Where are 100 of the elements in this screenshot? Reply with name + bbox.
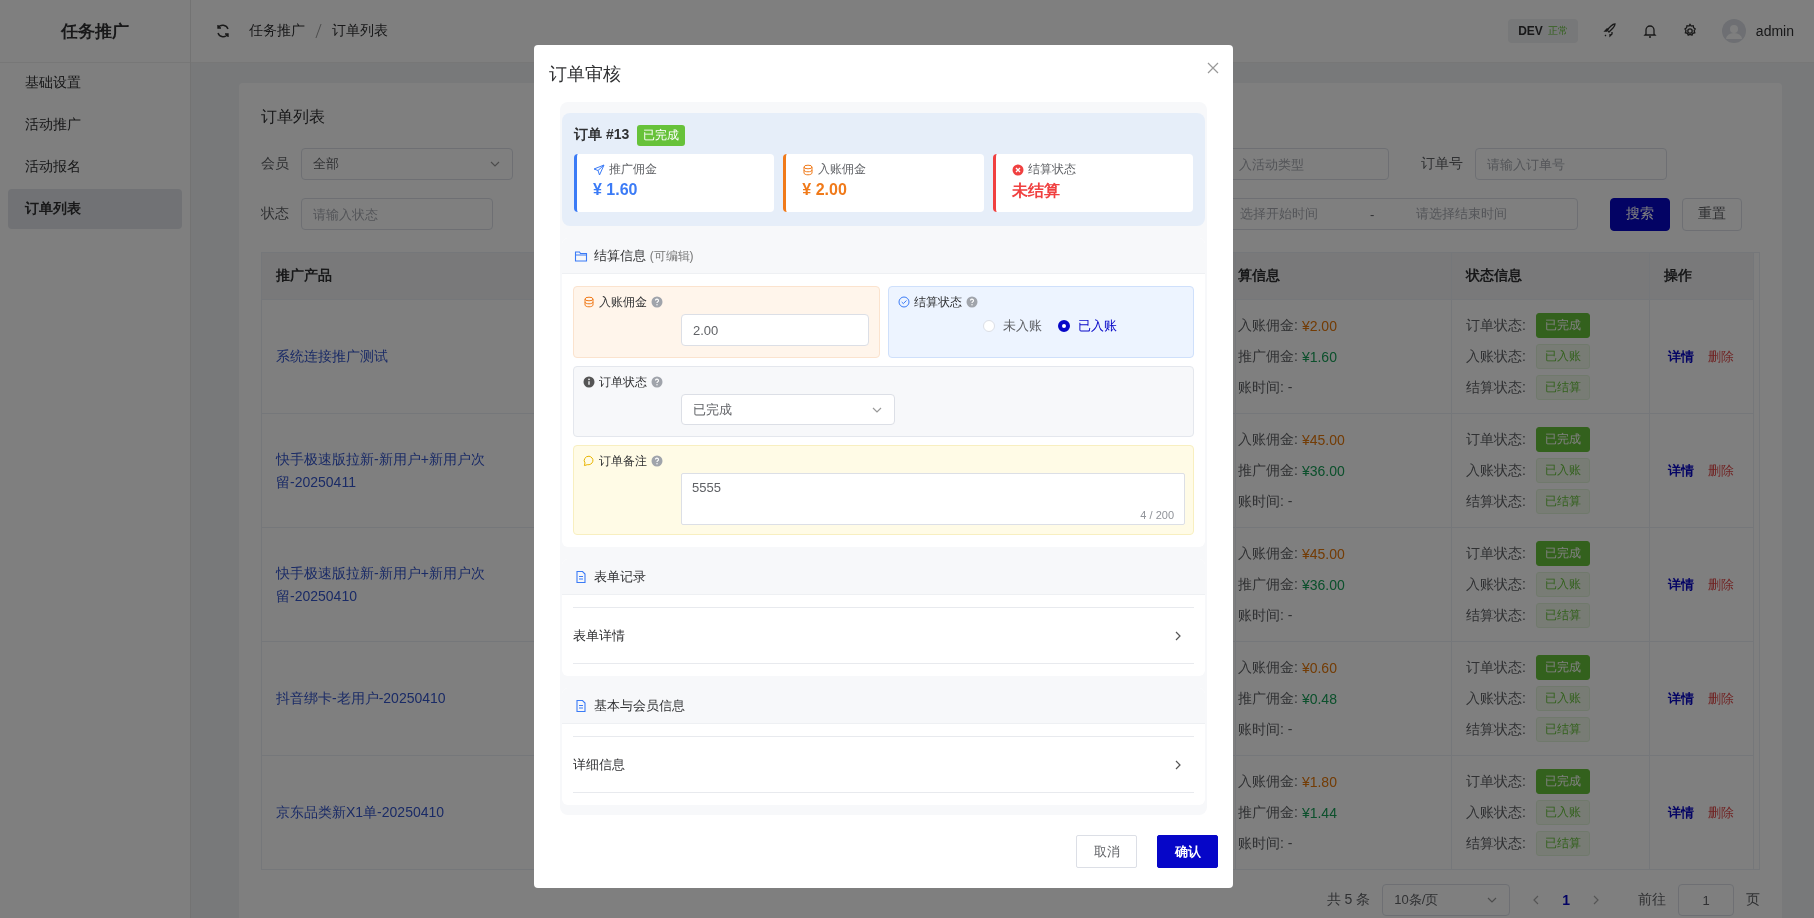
rocket-icon[interactable] [1601,23,1618,39]
product-link[interactable]: 京东品类新X1单-20250410 [276,801,496,824]
expandable-row[interactable]: 表单详情 [573,607,1194,664]
help-icon[interactable] [965,296,978,308]
status-label: 入账状态: [1466,575,1526,594]
status-label: 订单状态: [1466,658,1526,677]
close-icon[interactable] [1207,61,1219,74]
coin-stack-icon [583,296,595,308]
settlement-text: 账时间: - [1238,834,1293,853]
action-link[interactable]: 详情 [1668,347,1694,366]
settlement-label: 推广佣金: [1238,347,1298,366]
settlement-label: 入账佣金: [1238,430,1298,449]
bell-icon[interactable] [1641,23,1658,39]
stat-label: 结算状态 [1027,161,1076,178]
order-status-select[interactable]: 已完成 [681,394,895,425]
settlement-value: ¥45.00 [1301,431,1345,448]
action-link[interactable]: 详情 [1668,461,1694,480]
action-link[interactable]: 删除 [1708,803,1734,822]
folder-icon [574,248,588,263]
stat-value: 未结算 [1011,181,1061,201]
breadcrumb-item[interactable]: 订单列表 [332,22,388,40]
status-tag: 已入账 [1535,800,1590,825]
radio-circle[interactable] [1057,320,1070,332]
sidebar-item[interactable]: 基础设置 [8,63,182,103]
settlement-text: 账时间: - [1238,606,1293,625]
status-tag: 已入账 [1535,686,1590,711]
dialog-title: 订单审核 [549,62,621,86]
section-title: 表单记录 [594,567,646,586]
status-label: 订单状态: [1466,430,1526,449]
expandable-row[interactable]: 详细信息 [573,736,1194,793]
order-status-tag: 已完成 [637,124,686,146]
username[interactable]: admin [1755,23,1794,39]
action-link[interactable]: 详情 [1668,803,1694,822]
radio-option[interactable]: 已入账 [1057,317,1117,335]
help-icon[interactable] [651,376,663,388]
page-jump-field[interactable]: 1 [1678,884,1734,916]
product-link[interactable]: 系统连接推广测试 [276,345,496,368]
error-circle-icon [1011,163,1024,176]
settlement-value: ¥36.00 [1301,576,1345,593]
action-link[interactable]: 删除 [1708,347,1734,366]
status-tag: 已完成 [1535,427,1590,452]
status-tag: 已完成 [1535,769,1590,794]
status-label: 入账状态: [1466,689,1526,708]
settings-icon[interactable] [1681,23,1698,39]
product-link[interactable]: 抖音绑卡-老用户-20250410 [276,687,496,710]
settlement-text: 账时间: - [1238,720,1293,739]
status-tag: 已入账 [1535,344,1590,369]
range-separator: - [1370,206,1375,222]
settlement-label: 入账佣金: [1238,772,1298,791]
action-link[interactable]: 删除 [1708,461,1734,480]
document-icon [574,569,588,584]
settlement-value: ¥1.60 [1301,348,1337,365]
settlement-label: 推广佣金: [1238,575,1298,594]
action-link[interactable]: 删除 [1708,575,1734,594]
settlement-text: 账时间: - [1238,492,1293,511]
remark-textarea[interactable]: 5555 4 / 200 [681,473,1185,525]
action-link[interactable]: 删除 [1708,689,1734,708]
settlement-value: ¥45.00 [1301,545,1345,562]
status-label: 订单状态: [1466,772,1526,791]
page-size-select[interactable]: 10条/页 [1382,884,1511,916]
sidebar-item[interactable]: 活动报名 [8,147,182,187]
status-label: 入账状态: [1466,803,1526,822]
filter-button[interactable]: 重置 [1682,197,1742,231]
help-icon[interactable] [651,455,663,467]
sidebar-item[interactable]: 订单列表 [8,189,182,229]
paper-plane-icon [593,163,605,176]
filter-button[interactable]: 搜索 [1610,197,1670,231]
section-title: 基本与会员信息 [594,696,685,715]
action-link[interactable]: 详情 [1668,689,1694,708]
status-label: 结算状态: [1466,378,1526,397]
total-count: 共 5 条 [1326,891,1371,909]
status-tag: 已入账 [1535,458,1590,483]
status-label: 结算状态: [1466,834,1526,853]
field-label: 结算状态 [913,293,962,311]
order-number: 订单 #13 [574,126,630,144]
dialog-button[interactable]: 确认 [1157,835,1218,868]
refresh-icon[interactable] [215,23,231,39]
sidebar-item[interactable]: 活动推广 [8,105,182,145]
help-icon[interactable] [651,296,663,308]
column-header: 状态信息 [1452,253,1650,299]
stat-label: 入账佣金 [818,161,867,178]
page-number[interactable]: 1 [1562,892,1570,908]
action-link[interactable]: 详情 [1668,575,1694,594]
product-link[interactable]: 快手极速版拉新-新用户+新用户次留-20250410 [276,561,496,608]
status-tag: 已结算 [1535,489,1590,514]
breadcrumb-item[interactable]: 任务推广 [249,22,305,40]
status-label: 入账状态: [1466,347,1526,366]
product-link[interactable]: 快手极速版拉新-新用户+新用户次留-20250411 [276,447,496,494]
filter-label: 订单号 [1421,155,1463,173]
income-amount-field[interactable]: 2.00 [681,314,869,346]
settlement-value: ¥1.80 [1301,773,1337,790]
field-label: 订单备注 [599,452,647,470]
status-tag: 已完成 [1535,541,1590,566]
radio-option[interactable]: 未入账 [982,317,1042,335]
dialog-button[interactable]: 取消 [1076,835,1137,868]
status-tag: 已入账 [1535,572,1590,597]
status-label: 结算状态: [1466,606,1526,625]
status-tag: 已完成 [1535,655,1590,680]
member-select[interactable]: 全部 [301,148,513,180]
status-label: 订单状态: [1466,544,1526,563]
